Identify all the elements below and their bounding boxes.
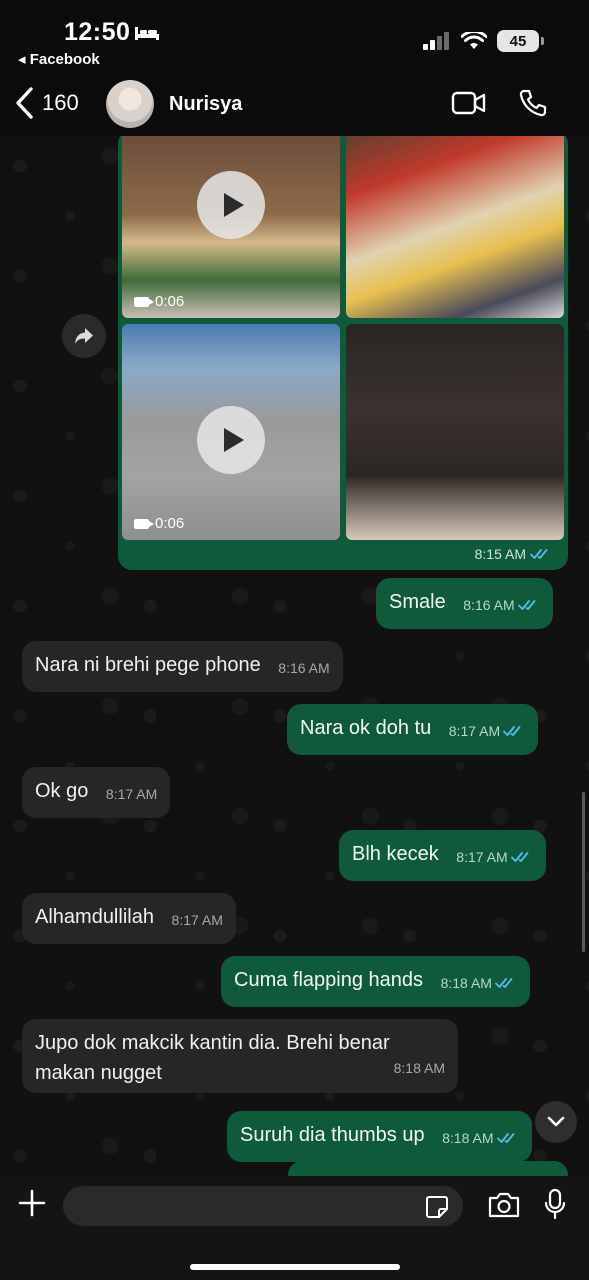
- video-thumbnail-2[interactable]: 0:06: [122, 324, 340, 540]
- double-check-icon: [510, 852, 529, 862]
- unread-count: 160: [42, 90, 79, 115]
- message-input[interactable]: [63, 1186, 403, 1226]
- status-bar: 12:50 ◂ Facebook 45: [0, 0, 589, 72]
- message-outgoing-partial[interactable]: [288, 1161, 568, 1176]
- video-camera-icon: [134, 296, 154, 307]
- microphone-icon[interactable]: [544, 1188, 566, 1220]
- message-text: Ok go: [35, 780, 89, 802]
- contact-name[interactable]: Nurisya: [169, 93, 242, 116]
- message-text: Cuma flapping hands: [234, 969, 424, 991]
- double-check-icon: [503, 726, 521, 736]
- message-meta: 8:16 AM: [463, 590, 539, 620]
- message-incoming[interactable]: Alhamdullilah 8:17 AM: [22, 893, 236, 944]
- chevron-left-icon: [16, 87, 33, 119]
- double-check-icon: [496, 1133, 514, 1143]
- message-text: Suruh dia thumbs up: [240, 1124, 425, 1146]
- wifi-icon: [461, 32, 487, 49]
- message-meta: 8:17 AM: [456, 842, 532, 872]
- message-text: Blh kecek: [352, 843, 439, 865]
- back-button[interactable]: 160: [14, 86, 79, 120]
- phone-icon[interactable]: [518, 88, 548, 118]
- plus-icon[interactable]: [17, 1188, 47, 1218]
- double-check-icon: [530, 549, 548, 559]
- message-outgoing[interactable]: Nara ok doh tu 8:17 AM: [287, 704, 539, 755]
- message-incoming[interactable]: Nara ni brehi pege phone 8:16 AM: [22, 641, 343, 692]
- scroll-to-bottom-button[interactable]: [535, 1101, 577, 1143]
- message-text: Jupo dok makcik kantin dia. Brehi benar: [35, 1032, 390, 1054]
- play-icon[interactable]: [197, 171, 265, 239]
- chat-header: 160 Nurisya: [0, 72, 589, 136]
- message-text: Smale: [389, 591, 446, 613]
- chevron-down-icon: [547, 1116, 565, 1127]
- scrollbar[interactable]: [582, 792, 585, 952]
- message-input-container[interactable]: [63, 1186, 463, 1226]
- message-text: makan nugget 8:18 AM: [35, 1058, 445, 1088]
- forward-button[interactable]: [62, 314, 106, 358]
- message-outgoing[interactable]: Smale 8:16 AM: [376, 578, 553, 629]
- message-meta: 8:17 AM: [449, 716, 525, 746]
- double-check-icon: [495, 978, 513, 988]
- battery-icon: 45: [497, 30, 544, 52]
- home-indicator: [190, 1264, 400, 1270]
- message-text: Nara ni brehi pege phone: [35, 654, 261, 676]
- avatar[interactable]: [106, 80, 154, 128]
- message-meta: 8:16 AM: [278, 660, 330, 676]
- message-meta: 8:18 AM: [441, 968, 517, 998]
- message-text: Alhamdullilah: [35, 906, 154, 928]
- chat-area: 0:06 0:06 8:15 AM Smale 8:16 AM Nara ni …: [0, 136, 589, 1176]
- double-check-icon: [517, 600, 536, 610]
- message-meta: 8:17 AM: [105, 786, 158, 802]
- message-composer: [0, 1176, 589, 1280]
- photo-thumbnail-2[interactable]: [346, 324, 564, 540]
- video-call-icon[interactable]: [451, 90, 487, 116]
- status-time: 12:50: [64, 18, 131, 46]
- message-text: Nara ok doh tu: [300, 717, 432, 739]
- message-time: 8:15 AM: [475, 546, 552, 562]
- back-to-app-link[interactable]: ◂ Facebook: [18, 50, 100, 68]
- message-incoming[interactable]: Ok go 8:17 AM: [22, 767, 171, 818]
- message-incoming[interactable]: Jupo dok makcik kantin dia. Brehi benar …: [22, 1019, 458, 1093]
- video-thumbnail-1[interactable]: 0:06: [122, 136, 340, 318]
- message-outgoing[interactable]: Blh kecek 8:17 AM: [339, 830, 546, 881]
- play-icon[interactable]: [197, 406, 265, 474]
- message-meta: 8:18 AM: [442, 1123, 518, 1153]
- video-duration: 0:06: [134, 293, 184, 310]
- forward-icon: [75, 328, 93, 344]
- camera-icon[interactable]: [487, 1191, 521, 1219]
- message-outgoing[interactable]: Cuma flapping hands 8:18 AM: [221, 956, 530, 1007]
- sticker-icon[interactable]: [425, 1195, 449, 1219]
- status-indicators: 45: [423, 30, 544, 52]
- message-meta: 8:17 AM: [171, 912, 223, 928]
- message-outgoing[interactable]: Suruh dia thumbs up 8:18 AM: [227, 1111, 532, 1162]
- signal-icon: [423, 32, 449, 50]
- video-camera-icon: [134, 518, 154, 529]
- video-duration: 0:06: [134, 515, 184, 532]
- media-album-bubble: 0:06 0:06 8:15 AM: [118, 136, 568, 570]
- photo-thumbnail-1[interactable]: [346, 136, 564, 318]
- bed-icon: [135, 27, 159, 40]
- message-meta: 8:18 AM: [393, 1060, 445, 1076]
